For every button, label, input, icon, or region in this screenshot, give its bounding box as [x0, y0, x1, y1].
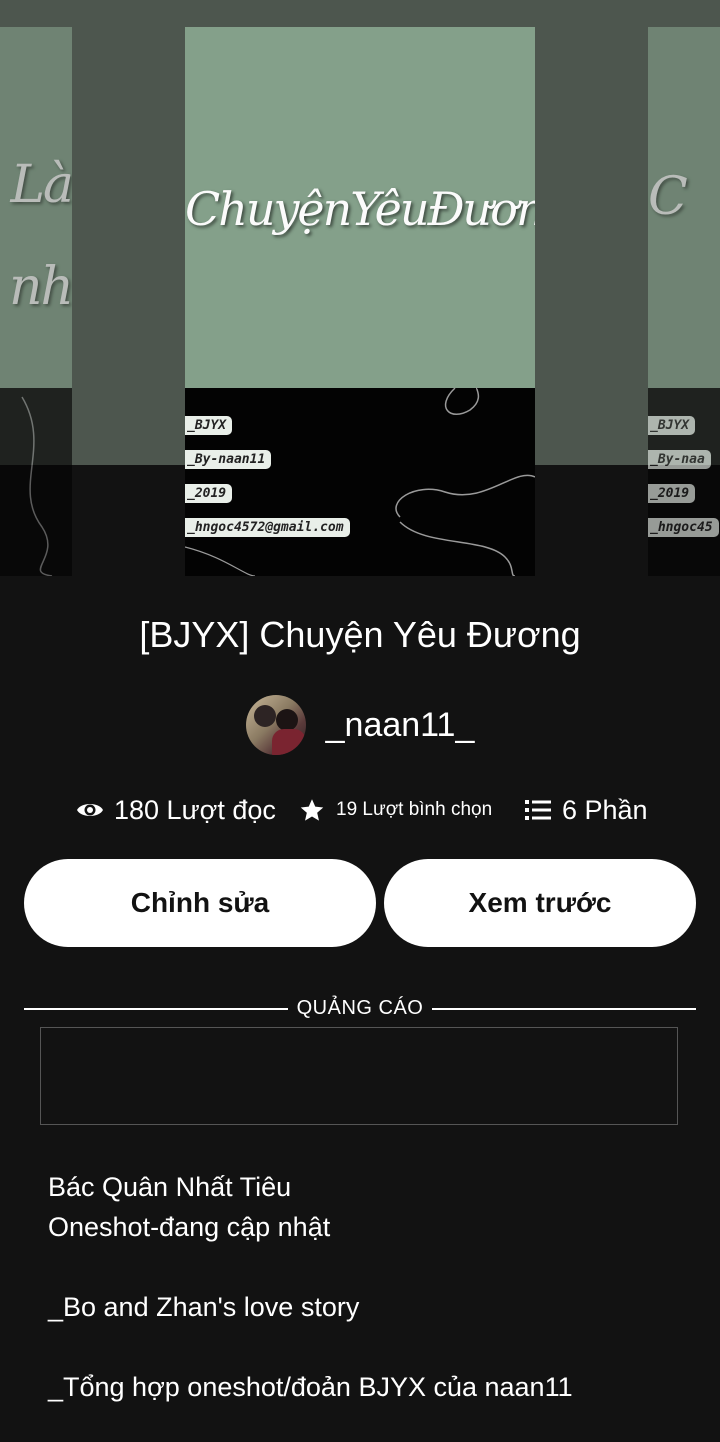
cover-tag: _hngoc4572@gmail.com	[185, 518, 350, 537]
cover-carousel[interactable]: Là nh ChuyệnYêuĐương _BJYX _By-naan11 _2…	[0, 0, 720, 576]
cover-next[interactable]: C _BJYX _By-naa _2019 _hngoc45	[648, 27, 720, 576]
cover-next-title: C	[648, 167, 688, 227]
star-icon	[300, 798, 324, 821]
cover-previous[interactable]: Là nh	[0, 27, 72, 576]
preview-button[interactable]: Xem trước	[384, 859, 696, 947]
cover-next-tag: _By-naa	[648, 450, 711, 469]
cover-next-tag: _BJYX	[648, 416, 696, 435]
ad-divider-left	[24, 1008, 288, 1010]
edit-button[interactable]: Chỉnh sửa	[24, 859, 376, 947]
stat-reads: 180 Lượt đọc	[76, 788, 276, 832]
stat-reads-label: 180 Lượt đọc	[114, 794, 276, 825]
cover-tag: _BJYX	[185, 416, 233, 435]
ad-label: QUẢNG CÁO	[296, 997, 424, 1019]
cover-tag: _2019	[185, 484, 233, 503]
eye-icon	[77, 804, 103, 816]
cover-tag: _By-naan11	[185, 450, 272, 469]
cover-next-tag: _2019	[648, 484, 696, 503]
author-row[interactable]: _naan11_	[0, 694, 720, 756]
cover-squiggle	[185, 387, 535, 576]
ad-slot[interactable]	[40, 1027, 678, 1125]
ad-divider-right	[432, 1008, 696, 1010]
cover-next-tag: _hngoc45	[648, 518, 719, 537]
stat-votes-label: 19 Lượt bình chọn	[336, 799, 493, 820]
description-line: _Bo and Zhan's love story	[48, 1292, 360, 1322]
description-line: Bác Quân Nhất Tiêu	[48, 1172, 292, 1202]
story-cover[interactable]: ChuyệnYêuĐương _BJYX _By-naan11 _2019 _h…	[185, 27, 535, 576]
story-title: [BJYX] Chuyện Yêu Đương	[139, 614, 581, 655]
stat-parts: 6 Phần	[524, 788, 648, 832]
author-avatar[interactable]	[245, 695, 306, 755]
description-line: _Tổng hợp oneshot/đoản BJYX của naan11	[48, 1372, 573, 1402]
author-name[interactable]: _naan11_	[326, 706, 475, 745]
cover-previous-squiggle	[21, 396, 53, 576]
story-stats: 180 Lượt đọc 19 Lượt bình chọn 6 Phần	[0, 788, 720, 832]
stat-votes: 19 Lượt bình chọn	[298, 788, 492, 832]
description-line: Oneshot-đang cập nhật	[48, 1212, 331, 1242]
stat-parts-label: 6 Phần	[562, 794, 648, 825]
list-icon	[525, 800, 551, 820]
